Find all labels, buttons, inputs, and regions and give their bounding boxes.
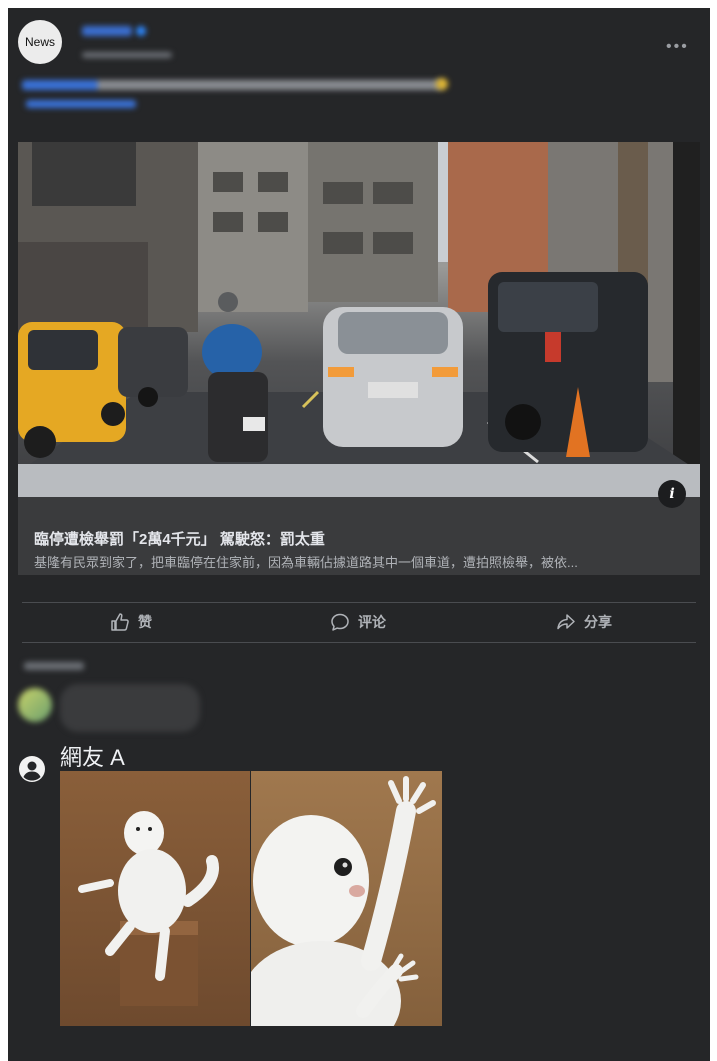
- like-button[interactable]: 赞: [110, 611, 152, 633]
- post-caption-redacted: [22, 80, 442, 90]
- verified-badge-icon: [136, 26, 146, 36]
- meme-panel-left: [60, 771, 250, 1026]
- white-creature-closeup-image: [250, 776, 436, 1026]
- divider: [22, 602, 696, 603]
- page-avatar[interactable]: News: [18, 20, 62, 64]
- info-icon[interactable]: i: [658, 480, 686, 508]
- link-title[interactable]: 臨停遭檢舉罰「2萬4千元」 駕駛怒：罰太重: [34, 528, 325, 549]
- comment-button[interactable]: 评论: [330, 611, 386, 633]
- link-preview-card[interactable]: i 臨停遭檢舉罰「2萬4千元」 駕駛怒：罰太重 基隆有民眾到家了，把車臨停在住家…: [18, 142, 700, 575]
- thumbs-up-icon: [111, 613, 129, 631]
- commenter-avatar-redacted[interactable]: [18, 688, 52, 722]
- emoji-icon: [436, 78, 448, 90]
- ellipsis-icon[interactable]: •••: [666, 38, 689, 56]
- post-timestamp-redacted[interactable]: [82, 52, 172, 58]
- meme-panel-right: [250, 771, 442, 1026]
- page-name-redacted[interactable]: [82, 26, 132, 36]
- article-photo[interactable]: [18, 142, 700, 497]
- like-label: 赞: [138, 614, 152, 630]
- comment-bubble-redacted: [60, 684, 200, 732]
- share-icon: [557, 614, 575, 630]
- link-description: 基隆有民眾到家了，把車臨停在住家前，因為車輛佔據道路其中一個車道，遭拍照檢舉，被…: [34, 555, 578, 570]
- share-button[interactable]: 分享: [556, 611, 612, 633]
- white-creature-image: [78, 811, 219, 1006]
- feed-post: News ••• i 臨停遭檢舉罰「2萬4千元」 駕駛怒：罰太重 基隆有民眾到家…: [8, 8, 710, 1061]
- caption-link-redacted[interactable]: [26, 100, 136, 108]
- share-label: 分享: [584, 614, 612, 630]
- street-scene-image: [18, 142, 700, 497]
- comment-meme-image[interactable]: [60, 771, 442, 1026]
- comment-label: 评论: [358, 614, 386, 630]
- user-icon: [19, 756, 45, 782]
- comment-icon: [331, 613, 349, 631]
- comment-sort-redacted[interactable]: [24, 662, 84, 670]
- divider: [22, 642, 696, 643]
- comment-author[interactable]: 網友 A: [60, 740, 125, 772]
